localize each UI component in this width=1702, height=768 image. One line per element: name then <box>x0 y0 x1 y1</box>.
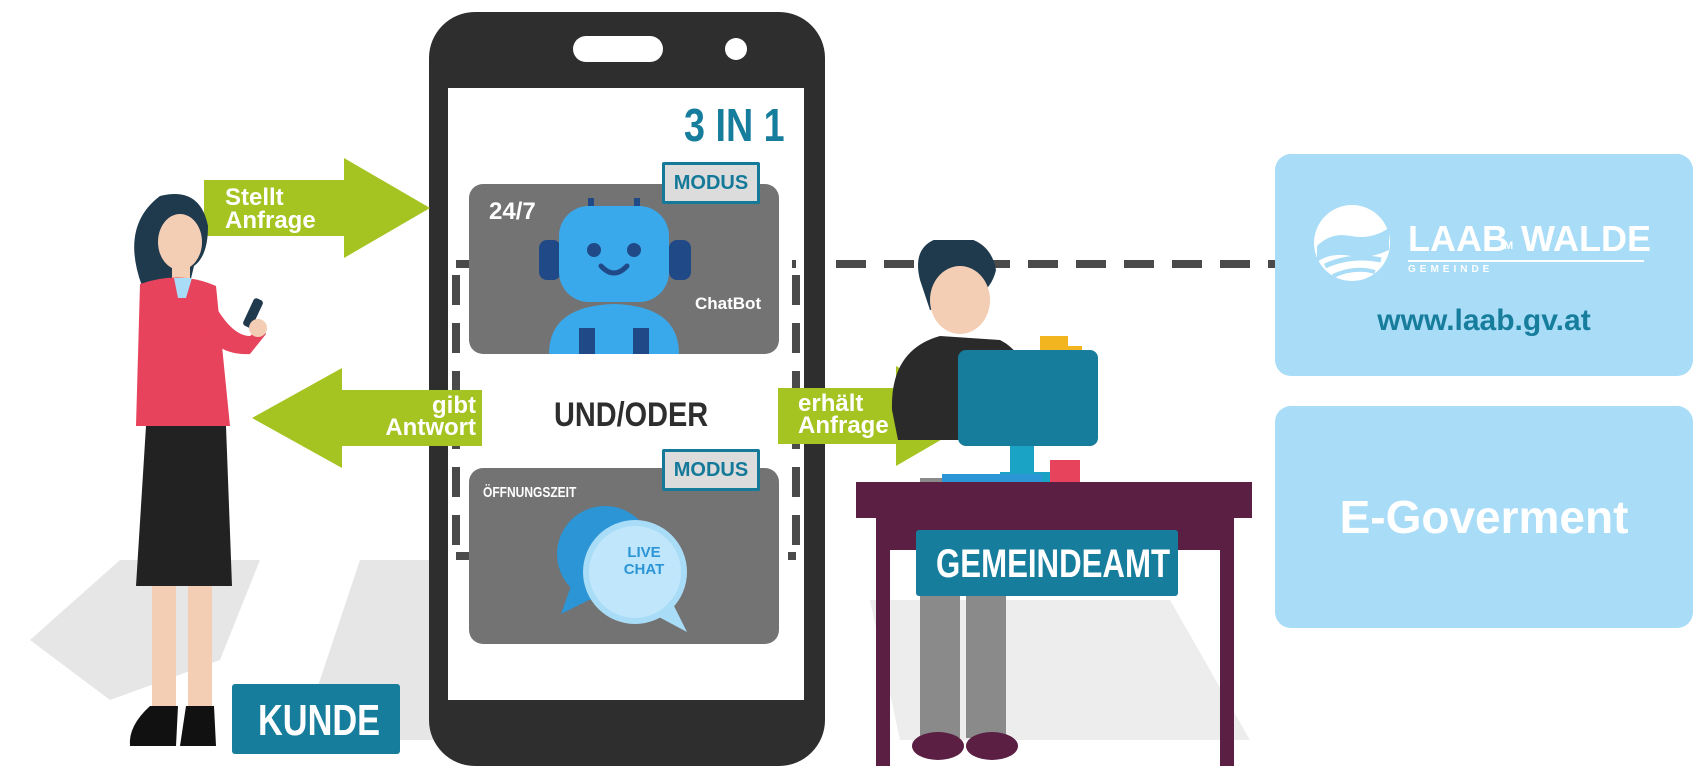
livechat-label-1: LIVE <box>627 544 661 561</box>
municipality-logo-icon <box>1314 205 1390 281</box>
egovernment-panel: E-Goverment <box>1275 406 1693 628</box>
logo-im: IM <box>1501 240 1514 252</box>
livechat-card: ÖFFNUNGSZEIT LIVE CHAT <box>469 468 779 644</box>
logo-divider <box>1408 260 1644 262</box>
chatbot-label: ChatBot <box>695 294 762 313</box>
logo-subtitle: GEMEINDE <box>1408 264 1494 275</box>
robot-icon <box>539 198 691 354</box>
logo-walde: WALDE <box>1521 218 1651 259</box>
livechat-label-2: CHAT <box>623 561 665 578</box>
customer-figure <box>129 194 267 746</box>
egovernment-label: E-Goverment <box>1339 491 1629 543</box>
customer-label: KUNDE <box>258 696 381 745</box>
office-label: GEMEINDEAMT <box>936 542 1170 586</box>
logo-laab: LAAB <box>1408 218 1508 259</box>
answer-label-2: Antwort <box>385 414 476 441</box>
municipality-panel: LAAB IM WALDE GEMEINDE www.laab.gv.at <box>1275 154 1693 376</box>
modus-badge-top: MODUS <box>662 162 760 204</box>
phone-title: 3 IN 1 <box>684 99 785 151</box>
municipality-url[interactable]: www.laab.gv.at <box>1275 304 1693 338</box>
office-label-box: GEMEINDEAMT <box>916 530 1178 596</box>
customer-label-box: KUNDE <box>232 684 400 754</box>
chatbot-card: 24/7 ChatBot <box>469 184 779 354</box>
office-worker-desk <box>856 240 1252 766</box>
connector-label: UND/ODER <box>554 396 709 434</box>
modus-badge-bottom: MODUS <box>662 449 760 491</box>
